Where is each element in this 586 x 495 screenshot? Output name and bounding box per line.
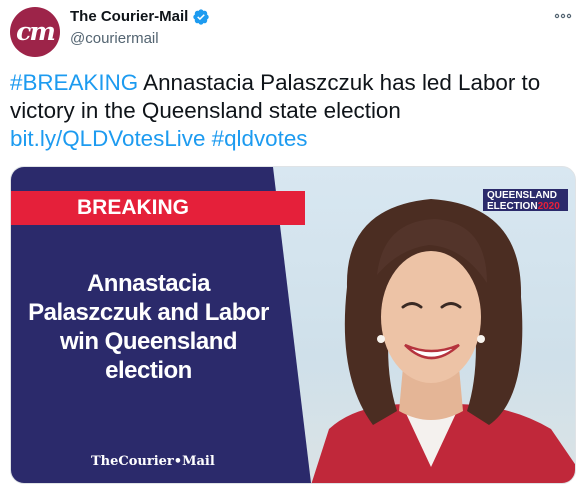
tweet-media-image[interactable]: BREAKING Annastacia Palaszczuk and Labor…: [10, 166, 576, 484]
courier-mail-logo: cm: [16, 16, 56, 46]
verified-badge-icon: [193, 8, 210, 25]
badge-line: ELECTION: [487, 201, 538, 212]
tweet-text: #BREAKING Annastacia Palaszczuk has led …: [10, 69, 580, 153]
headline-line: election: [105, 357, 192, 384]
avatar[interactable]: cm: [10, 7, 60, 57]
headline-line: win Queensland: [59, 328, 238, 355]
courier-mail-wordmark: TheCourier•Mail: [91, 454, 215, 469]
image-headline: Annastacia Palaszczuk and Labor win Quee…: [11, 269, 286, 385]
badge-line: QUEENSLAND: [487, 190, 558, 201]
breaking-banner: BREAKING: [11, 191, 305, 225]
badge-year: 2020: [537, 201, 560, 212]
author-info: The Courier-Mail @couriermail: [70, 7, 210, 47]
more-options-icon[interactable]: [552, 6, 574, 26]
display-name[interactable]: The Courier-Mail: [70, 8, 188, 25]
headline-line: Palaszczuk and Labor: [28, 299, 269, 326]
badge-line2-row: ELECTION2020: [487, 201, 565, 212]
headline-line: Annastacia: [86, 270, 211, 297]
hashtag-qldvotes-link[interactable]: #qldvotes: [212, 126, 308, 151]
tweet-url-link[interactable]: bit.ly/QLDVotesLive: [10, 126, 205, 151]
election-badge: QUEENSLAND ELECTION2020: [483, 189, 568, 212]
author-name-row: The Courier-Mail: [70, 7, 210, 26]
handle[interactable]: @couriermail: [70, 30, 210, 47]
hashtag-breaking-link[interactable]: #BREAKING: [10, 70, 138, 95]
